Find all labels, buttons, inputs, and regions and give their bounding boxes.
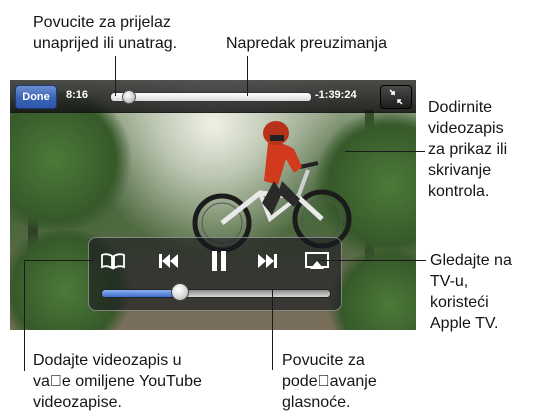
skip-back-icon bbox=[159, 254, 178, 268]
callout-text: Gledajte na bbox=[430, 252, 512, 269]
callout-text: Apple TV. bbox=[430, 315, 499, 332]
callout-text: videozapis bbox=[428, 120, 504, 137]
leader-line bbox=[345, 151, 425, 152]
leader-line bbox=[318, 260, 426, 261]
video-frame[interactable]: Done 8:16 -1:39:24 bbox=[10, 80, 416, 330]
callout-apple-tv: Gledajte na TV-u, koristeći Apple TV. bbox=[430, 250, 512, 334]
callout-text: glasnoće. bbox=[282, 394, 351, 411]
callout-text: pode avanje bbox=[282, 373, 377, 390]
leader-line bbox=[24, 260, 94, 261]
volume-slider-knob[interactable] bbox=[170, 283, 189, 301]
callout-text: za prikaz ili bbox=[428, 141, 508, 158]
callout-text: koristeći bbox=[430, 294, 489, 311]
playback-scrubber-knob[interactable] bbox=[122, 90, 136, 104]
skip-forward-icon bbox=[258, 254, 277, 268]
remaining-time: -1:39:24 bbox=[315, 89, 357, 101]
callout-text: Napredak preuzimanja bbox=[226, 35, 387, 52]
callout-tap-video: Dodirnite videozapis za prikaz ili skriv… bbox=[428, 97, 507, 202]
callout-text: skrivanje bbox=[428, 162, 492, 179]
callout-text: unaprijed ili unatrag. bbox=[33, 35, 178, 52]
bookmark-button[interactable] bbox=[95, 246, 131, 276]
callout-text: va e omiljene YouTube bbox=[33, 373, 202, 390]
callout-scrub: Povucite za prijelaz unaprijed ili unatr… bbox=[33, 12, 177, 54]
elapsed-time: 8:16 bbox=[66, 89, 89, 101]
pause-button[interactable] bbox=[201, 246, 237, 276]
callout-text: Povucite za prijelaz bbox=[33, 14, 171, 31]
callout-volume: Povucite za pode avanje glasnoće. bbox=[282, 350, 377, 413]
callout-download-progress: Napredak preuzimanja bbox=[226, 33, 387, 54]
leader-line bbox=[247, 56, 248, 96]
playback-controls-panel bbox=[88, 237, 342, 311]
callout-text: Dodajte videozapis u bbox=[33, 352, 182, 369]
exit-fullscreen-button[interactable] bbox=[380, 85, 412, 109]
pause-icon bbox=[212, 251, 226, 271]
callout-text: kontrola. bbox=[428, 183, 490, 200]
top-control-bar: Done 8:16 -1:39:24 bbox=[10, 80, 416, 113]
callout-text: videozapise. bbox=[33, 394, 122, 411]
leader-line bbox=[24, 260, 25, 371]
callout-favorites: Dodajte videozapis u va e omiljene YouTu… bbox=[33, 350, 202, 413]
done-button[interactable]: Done bbox=[15, 85, 57, 109]
airplay-button[interactable] bbox=[299, 246, 335, 276]
callout-text: TV-u, bbox=[430, 273, 469, 290]
playback-scrubber-track[interactable] bbox=[110, 92, 312, 102]
bookmark-book-icon bbox=[101, 253, 125, 270]
download-progress-fill bbox=[111, 93, 311, 101]
volume-level-fill bbox=[102, 290, 180, 297]
previous-button[interactable] bbox=[151, 246, 187, 276]
exit-fullscreen-icon bbox=[389, 89, 403, 105]
next-button[interactable] bbox=[249, 246, 285, 276]
volume-slider-track[interactable] bbox=[101, 289, 331, 298]
callout-text: Dodirnite bbox=[428, 99, 493, 116]
leader-line bbox=[115, 56, 116, 96]
airplay-icon bbox=[305, 252, 329, 269]
callout-text: Povucite za bbox=[282, 352, 365, 369]
leader-line bbox=[272, 290, 273, 370]
